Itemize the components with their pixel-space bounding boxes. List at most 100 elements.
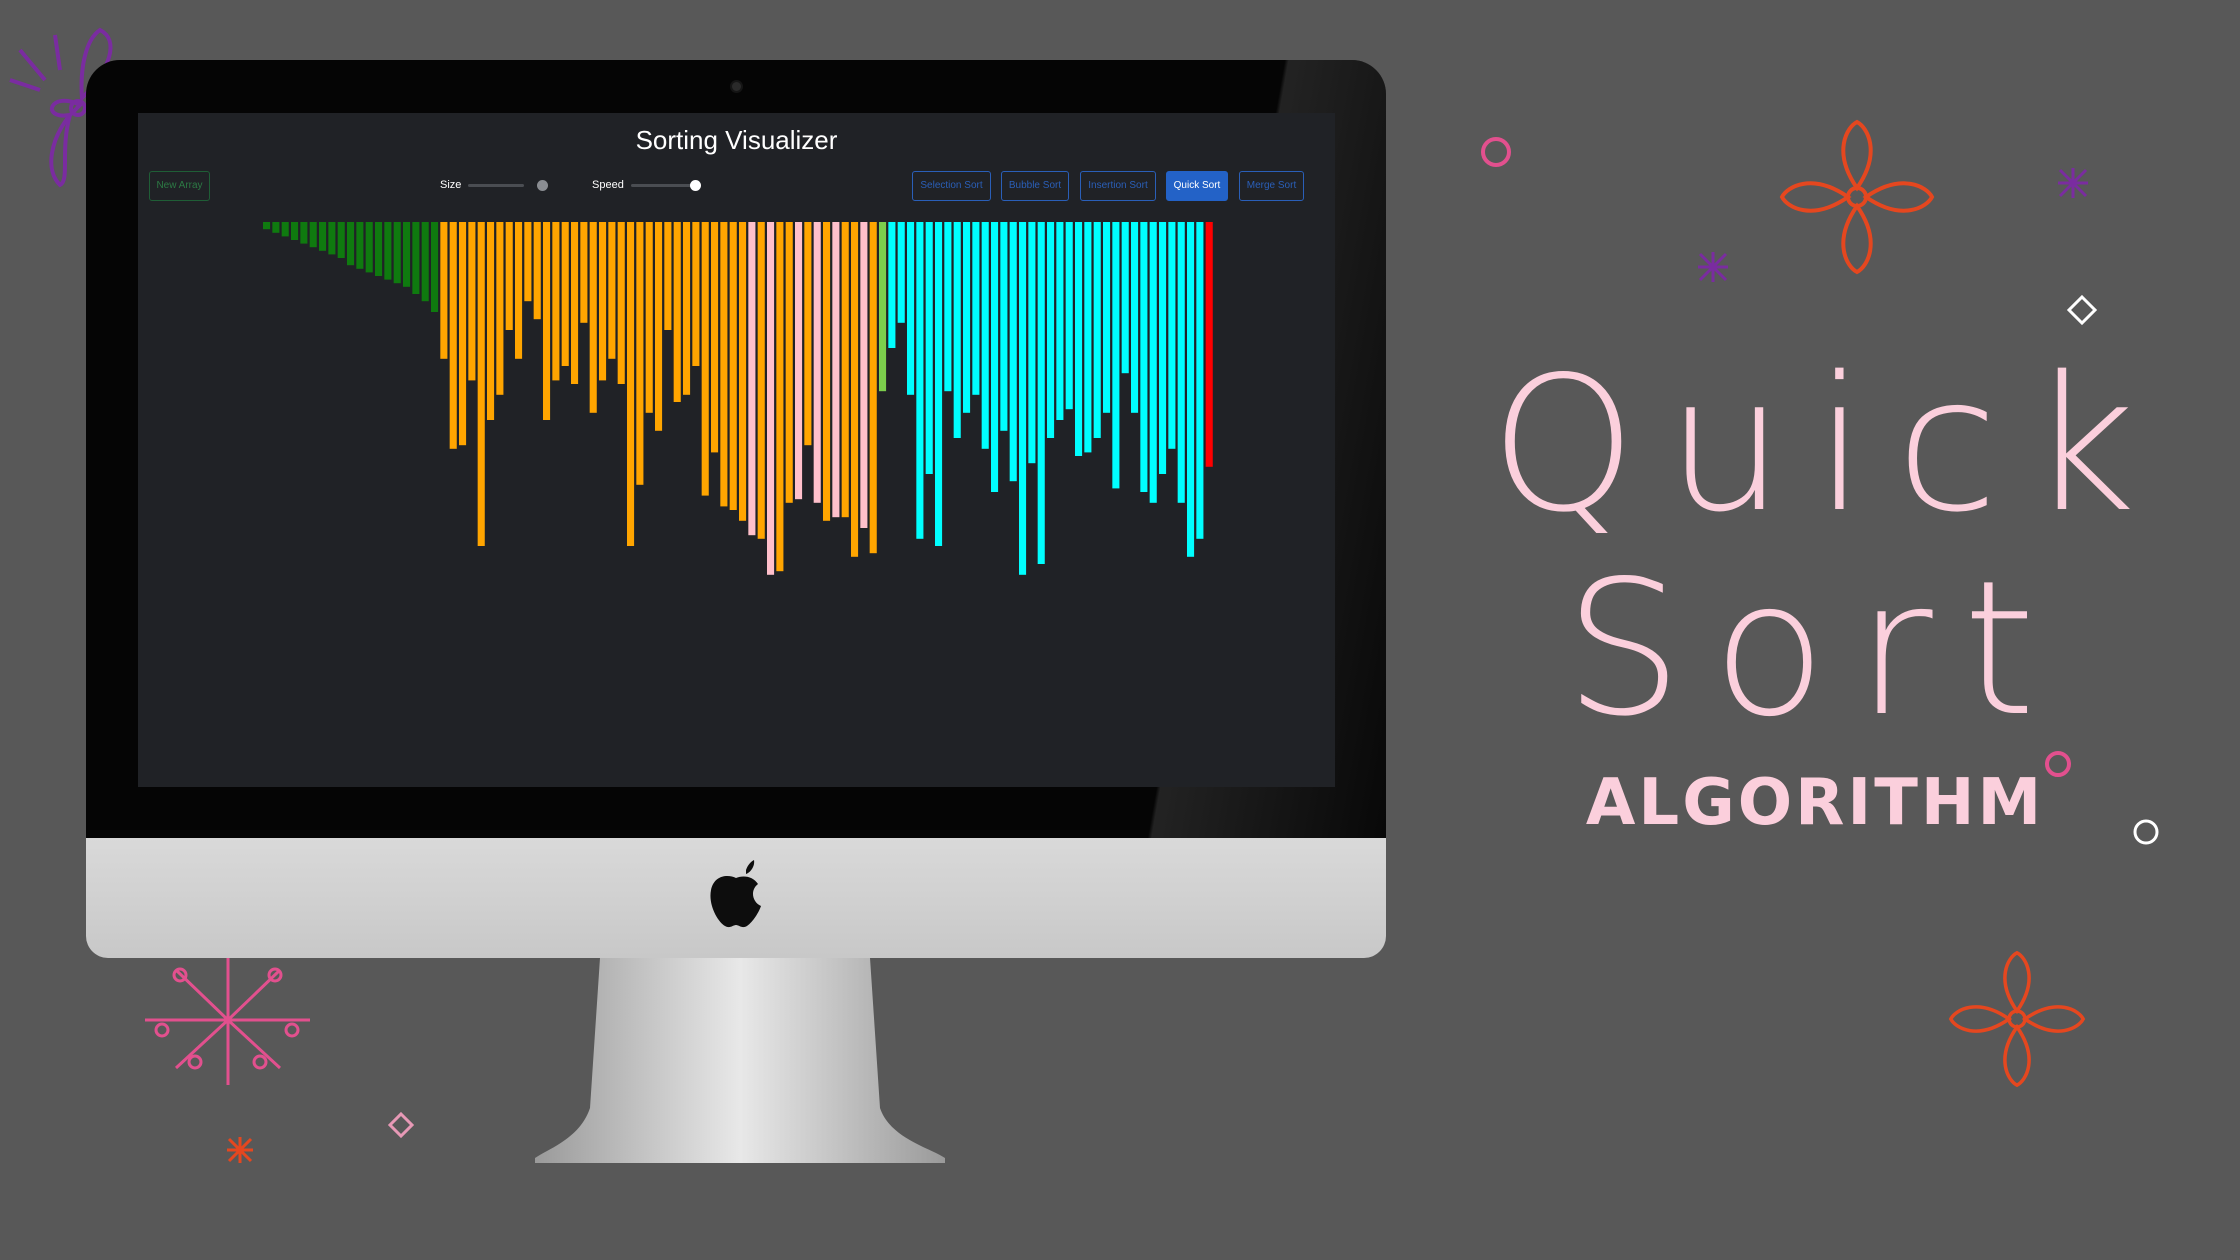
bar-89 [1093,222,1101,438]
bar-99 [1187,222,1195,557]
bar-30 [543,222,551,420]
bar-95 [1149,222,1157,503]
promo-title-quick: Quick [1490,336,2166,553]
bar-77 [981,222,989,449]
bar-72 [935,222,943,546]
bar-90 [1103,222,1111,413]
bar-2 [281,222,289,237]
bar-62 [841,222,849,518]
bar-7 [328,222,336,255]
bar-28 [524,222,532,302]
bar-91 [1112,222,1120,489]
red-asterisk-doodle [227,1137,253,1163]
bar-0 [263,222,271,230]
bar-78 [991,222,999,492]
bar-79 [1000,222,1008,431]
bar-63 [851,222,859,557]
bar-81 [1019,222,1027,575]
bar-31 [552,222,560,381]
bar-17 [421,222,429,302]
bar-42 [655,222,663,431]
bar-16 [412,222,420,294]
bar-46 [692,222,700,366]
bar-85 [1056,222,1064,420]
bar-24 [487,222,495,420]
bar-50 [729,222,737,510]
bar-23 [477,222,485,546]
bar-35 [589,222,597,413]
bar-15 [403,222,411,287]
bar-68 [897,222,905,323]
bar-1 [272,222,280,233]
bar-75 [963,222,971,413]
bar-47 [701,222,709,496]
bar-55 [776,222,784,572]
bar-6 [319,222,327,251]
bar-45 [683,222,691,395]
sorting-visualizer-app: Sorting Visualizer New Array Size Speed … [138,113,1335,787]
bar-19 [440,222,448,359]
bar-58 [804,222,812,446]
pink-firework-doodle [145,955,310,1085]
bar-64 [860,222,868,528]
bar-60 [823,222,831,521]
bar-87 [1075,222,1083,456]
bar-96 [1159,222,1167,474]
bar-20 [449,222,457,449]
bar-65 [869,222,877,554]
bar-41 [645,222,653,413]
bar-82 [1028,222,1036,464]
bar-54 [767,222,775,575]
webcam-icon [732,82,741,91]
bar-69 [907,222,915,395]
bar-chart [263,222,1213,575]
bar-33 [571,222,579,384]
bar-56 [785,222,793,503]
bar-29 [533,222,541,320]
bar-48 [711,222,719,453]
bar-88 [1084,222,1092,453]
bar-14 [393,222,401,284]
bar-10 [356,222,364,269]
bar-98 [1177,222,1185,503]
bar-4 [300,222,308,244]
bar-40 [636,222,644,485]
bar-66 [879,222,887,392]
bar-9 [347,222,355,266]
bar-11 [365,222,373,273]
bar-74 [953,222,961,438]
apple-logo-icon [710,860,761,928]
bar-37 [608,222,616,359]
bar-84 [1047,222,1055,438]
bar-53 [757,222,765,539]
bar-101 [1205,222,1213,467]
bar-57 [795,222,803,500]
bar-71 [925,222,933,474]
bar-27 [515,222,523,359]
bar-38 [617,222,625,384]
bar-100 [1196,222,1204,539]
orange-flower-doodle-bottom [1948,950,2086,1088]
bar-13 [384,222,392,280]
bar-25 [496,222,504,395]
bar-12 [375,222,383,276]
bar-73 [944,222,952,392]
purple-asterisk-doodle [2058,168,2088,198]
bar-18 [431,222,439,312]
bar-44 [673,222,681,402]
bar-34 [580,222,588,323]
bar-83 [1037,222,1045,564]
orange-flower-doodle [1779,119,1935,275]
white-diamond-doodle [2066,294,2098,326]
bar-94 [1140,222,1148,492]
purple-asterisk-doodle-small [1698,252,1728,282]
pink-diamond-doodle [388,1112,414,1138]
promo-subtitle: ALGORITHM [1585,766,2045,840]
monitor-stand [535,958,945,1163]
bar-86 [1065,222,1073,410]
promo-title-sort: Sort [1564,540,2066,757]
bar-43 [664,222,672,330]
pink-circle-doodle [1481,137,1511,167]
bar-67 [888,222,896,348]
bar-80 [1009,222,1017,482]
